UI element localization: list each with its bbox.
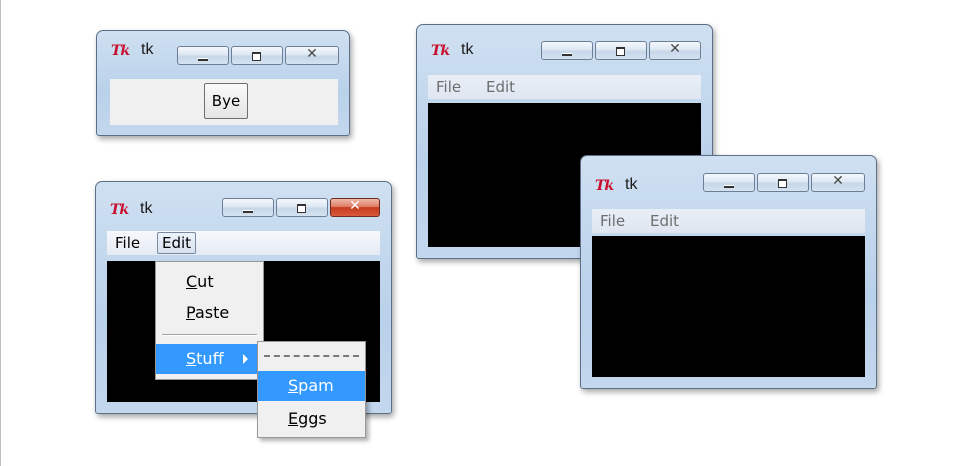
menu-separator (162, 334, 257, 336)
menubar: File Edit (428, 75, 701, 99)
menu-item-label: ut (197, 272, 214, 291)
minimize-icon (243, 210, 253, 213)
menu-file[interactable]: File (436, 78, 461, 96)
submenu-arrow-icon (243, 354, 248, 364)
close-button[interactable]: ✕ (649, 41, 701, 60)
mnemonic: S (186, 349, 197, 368)
menu-edit[interactable]: Edit (650, 212, 679, 230)
menu-item-eggs[interactable]: Eggs (258, 404, 365, 434)
maximize-icon (616, 47, 625, 56)
tearoff-line[interactable] (264, 355, 359, 357)
menu-item-stuff[interactable]: Stuff (156, 344, 263, 374)
menu-edit[interactable]: Edit (486, 78, 515, 96)
tk-window-bottom: Tk tk ✕ File Edit (580, 155, 877, 389)
close-icon: ✕ (669, 41, 681, 57)
window-title: tk (625, 176, 638, 193)
window-client: Bye (110, 79, 338, 125)
menu-item-label: ggs (298, 409, 327, 428)
window-title: tk (140, 200, 153, 217)
close-icon: ✕ (349, 198, 361, 214)
tk-logo-icon: Tk (110, 202, 129, 218)
close-button[interactable]: ✕ (330, 198, 380, 217)
minimize-icon (724, 185, 734, 188)
menu-item-label: aste (194, 303, 230, 322)
maximize-button[interactable] (595, 41, 647, 60)
edit-dropdown-menu: Cut Paste Stuff (155, 261, 264, 380)
minimize-icon (198, 58, 208, 61)
close-icon: ✕ (832, 173, 844, 189)
titlebar[interactable]: Tk tk ✕ (417, 25, 712, 61)
titlebar[interactable]: Tk tk ✕ (581, 156, 876, 194)
mnemonic: C (186, 272, 198, 291)
minimize-button[interactable] (222, 198, 274, 217)
mnemonic: E (288, 409, 299, 428)
bye-button[interactable]: Bye (204, 83, 248, 119)
tk-logo-icon: Tk (431, 43, 450, 59)
tk-logo-icon: Tk (595, 178, 614, 194)
menubar: File Edit (592, 209, 865, 233)
titlebar[interactable]: Tk tk ✕ (96, 182, 391, 218)
menu-item-spam[interactable]: Spam (258, 371, 365, 401)
maximize-icon (778, 179, 787, 188)
menu-item-cut[interactable]: Cut (156, 267, 263, 297)
minimize-button[interactable] (177, 46, 229, 65)
menubar: File Edit (107, 231, 380, 255)
window-title: tk (141, 41, 154, 58)
maximize-button[interactable] (276, 198, 328, 217)
minimize-icon (562, 53, 572, 56)
maximize-button[interactable] (757, 173, 809, 192)
mnemonic: P (186, 303, 195, 322)
menu-file[interactable]: File (600, 212, 625, 230)
menu-item-paste[interactable]: Paste (156, 298, 263, 328)
stuff-submenu: Spam Eggs (257, 341, 366, 438)
menu-edit[interactable]: Edit (157, 232, 197, 254)
maximize-button[interactable] (231, 46, 283, 65)
titlebar[interactable]: Tk tk ✕ (97, 31, 349, 67)
maximize-icon (297, 204, 306, 213)
minimize-button[interactable] (703, 173, 755, 192)
tk-logo-icon: Tk (111, 43, 130, 59)
menu-item-label: tuff (196, 349, 224, 368)
minimize-button[interactable] (541, 41, 593, 60)
mnemonic: S (288, 376, 299, 395)
close-button[interactable]: ✕ (285, 46, 339, 65)
close-icon: ✕ (306, 46, 318, 62)
maximize-icon (252, 52, 261, 61)
menu-file[interactable]: File (115, 234, 140, 252)
close-button[interactable]: ✕ (811, 173, 865, 192)
menu-item-label: pam (298, 376, 334, 395)
canvas[interactable] (592, 236, 865, 377)
bye-window: Tk tk ✕ Bye (96, 30, 350, 136)
window-title: tk (461, 41, 474, 58)
